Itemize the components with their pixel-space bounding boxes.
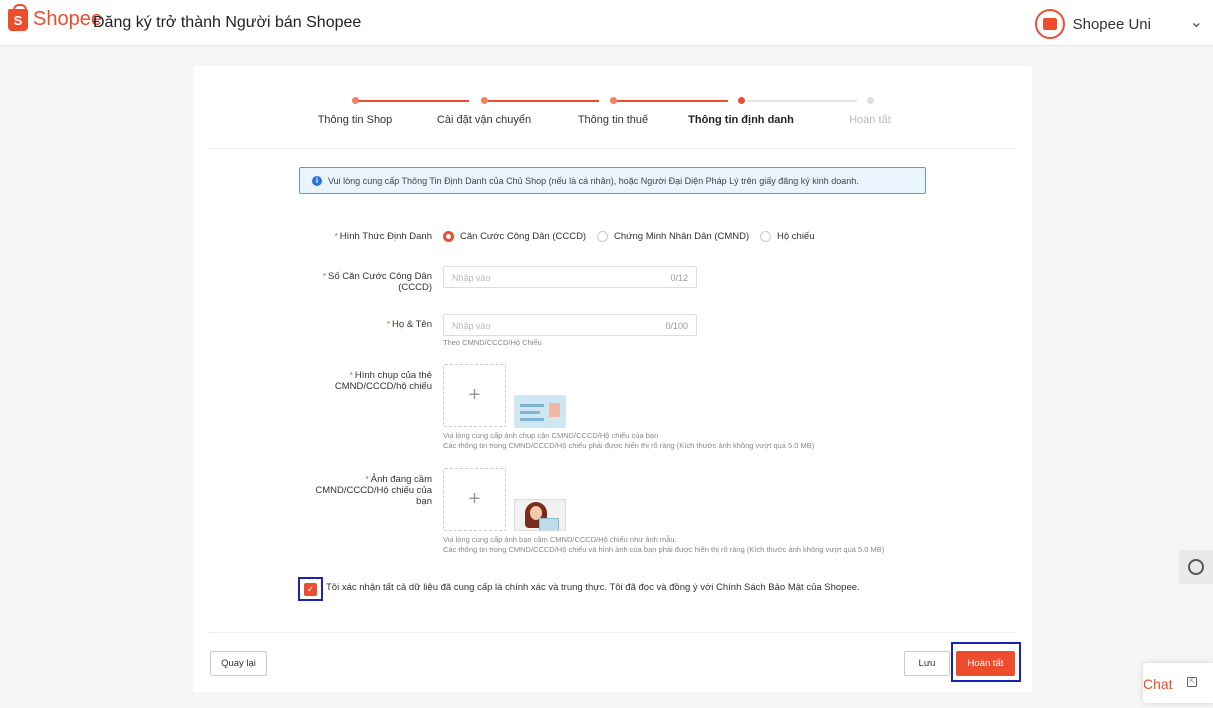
radio-selected-icon: [443, 231, 454, 242]
step-label-identity: Thông tin định danh: [688, 114, 794, 126]
chevron-down-icon[interactable]: ⌄: [1190, 12, 1203, 32]
back-button[interactable]: Quay lại: [210, 651, 267, 676]
divider: [209, 632, 1016, 633]
step-connector: [488, 100, 599, 102]
radio-empty-icon: [597, 231, 608, 242]
radio-empty-icon: [760, 231, 771, 242]
shopee-uni-icon: [1034, 9, 1065, 39]
top-bar: S Shopee Đăng ký trở thành Người bán Sho…: [0, 0, 1213, 46]
shopee-uni-label: Shopee Uni: [1072, 15, 1151, 33]
full-name-hint: Theo CMND/CCCD/Hộ Chiếu: [443, 338, 542, 347]
finish-highlight: [951, 642, 1021, 682]
plus-icon: +: [468, 488, 481, 510]
shopee-uni-link[interactable]: Shopee Uni: [1034, 9, 1151, 39]
consent-text: Tôi xác nhận tất cả dữ liệu đã cung cấp …: [326, 582, 860, 593]
chat-widget[interactable]: Chat ⇱: [1143, 663, 1213, 703]
step-dot: [738, 97, 745, 104]
page-title: Đăng ký trở thành Người bán Shopee: [93, 14, 362, 31]
id-photo-label: * Hình chụp của thẻ CMND/CCCD/hộ chiếu: [334, 370, 432, 392]
id-type-label: * Hình Thức Định Danh: [334, 231, 432, 242]
info-notice: i Vui lòng cung cấp Thông Tin Định Danh …: [299, 167, 926, 194]
char-counter: 0/100: [665, 321, 688, 331]
divider: [209, 148, 1016, 149]
radio-cmnd[interactable]: Chứng Minh Nhân Dân (CMND): [597, 231, 749, 242]
chat-label: Chat: [1143, 676, 1173, 692]
step-dot: [867, 97, 874, 104]
brand-name: Shopee: [33, 8, 102, 30]
id-number-input[interactable]: Nhập vào 0/12: [443, 266, 697, 288]
step-connector: [747, 100, 857, 102]
consent-checkbox[interactable]: ✓: [298, 577, 323, 601]
headset-icon: [1188, 559, 1204, 575]
info-notice-text: Vui lòng cung cấp Thông Tin Định Danh củ…: [328, 175, 859, 186]
char-counter: 0/12: [670, 273, 688, 283]
plus-icon: +: [468, 384, 481, 406]
radio-passport[interactable]: Hộ chiếu: [760, 231, 815, 242]
step-label-finish: Hoàn tất: [849, 114, 891, 126]
step-dot: [481, 97, 488, 104]
info-icon: i: [312, 175, 322, 186]
selfie-photo-label: * Ảnh đang cầm CMND/CCCD/Hộ chiếu của bạn: [315, 474, 432, 507]
id-photo-upload[interactable]: +: [443, 364, 506, 427]
step-dot: [610, 97, 617, 104]
support-widget[interactable]: [1179, 550, 1213, 584]
selfie-photo-hint: Vui lòng cung cấp ảnh bạn cầm CMND/CCCD/…: [443, 535, 885, 554]
step-label-tax: Thông tin thuế: [577, 114, 649, 126]
full-name-input[interactable]: Nhập vào 0/100: [443, 314, 697, 336]
id-photo-hint: Vui lòng cung cấp ảnh chụp cận CMND/CCCD…: [443, 431, 815, 450]
full-name-label: * Họ & Tên: [386, 319, 432, 330]
sample-selfie-image: [514, 499, 566, 531]
step-label-shipping: Cài đặt vận chuyển: [436, 114, 532, 126]
step-connector: [358, 100, 469, 102]
shopee-bag-icon: S: [8, 3, 28, 31]
checkmark-icon: ✓: [304, 582, 317, 596]
selfie-photo-upload[interactable]: +: [443, 468, 506, 531]
save-button[interactable]: Lưu: [904, 651, 950, 676]
radio-cccd[interactable]: Căn Cước Công Dân (CCCD): [443, 231, 586, 242]
registration-card: Thông tin Shop Cài đặt vận chuyển Thông …: [193, 66, 1032, 692]
sample-id-card-image: [514, 395, 566, 428]
step-dot: [352, 97, 359, 104]
minimize-icon[interactable]: ⇱: [1187, 677, 1197, 687]
step-label-shop-info: Thông tin Shop: [317, 114, 393, 126]
step-connector: [617, 100, 728, 102]
id-number-label: * Số Căn Cước Công Dân (CCCD): [322, 271, 432, 293]
shopee-logo[interactable]: S Shopee: [8, 3, 102, 31]
